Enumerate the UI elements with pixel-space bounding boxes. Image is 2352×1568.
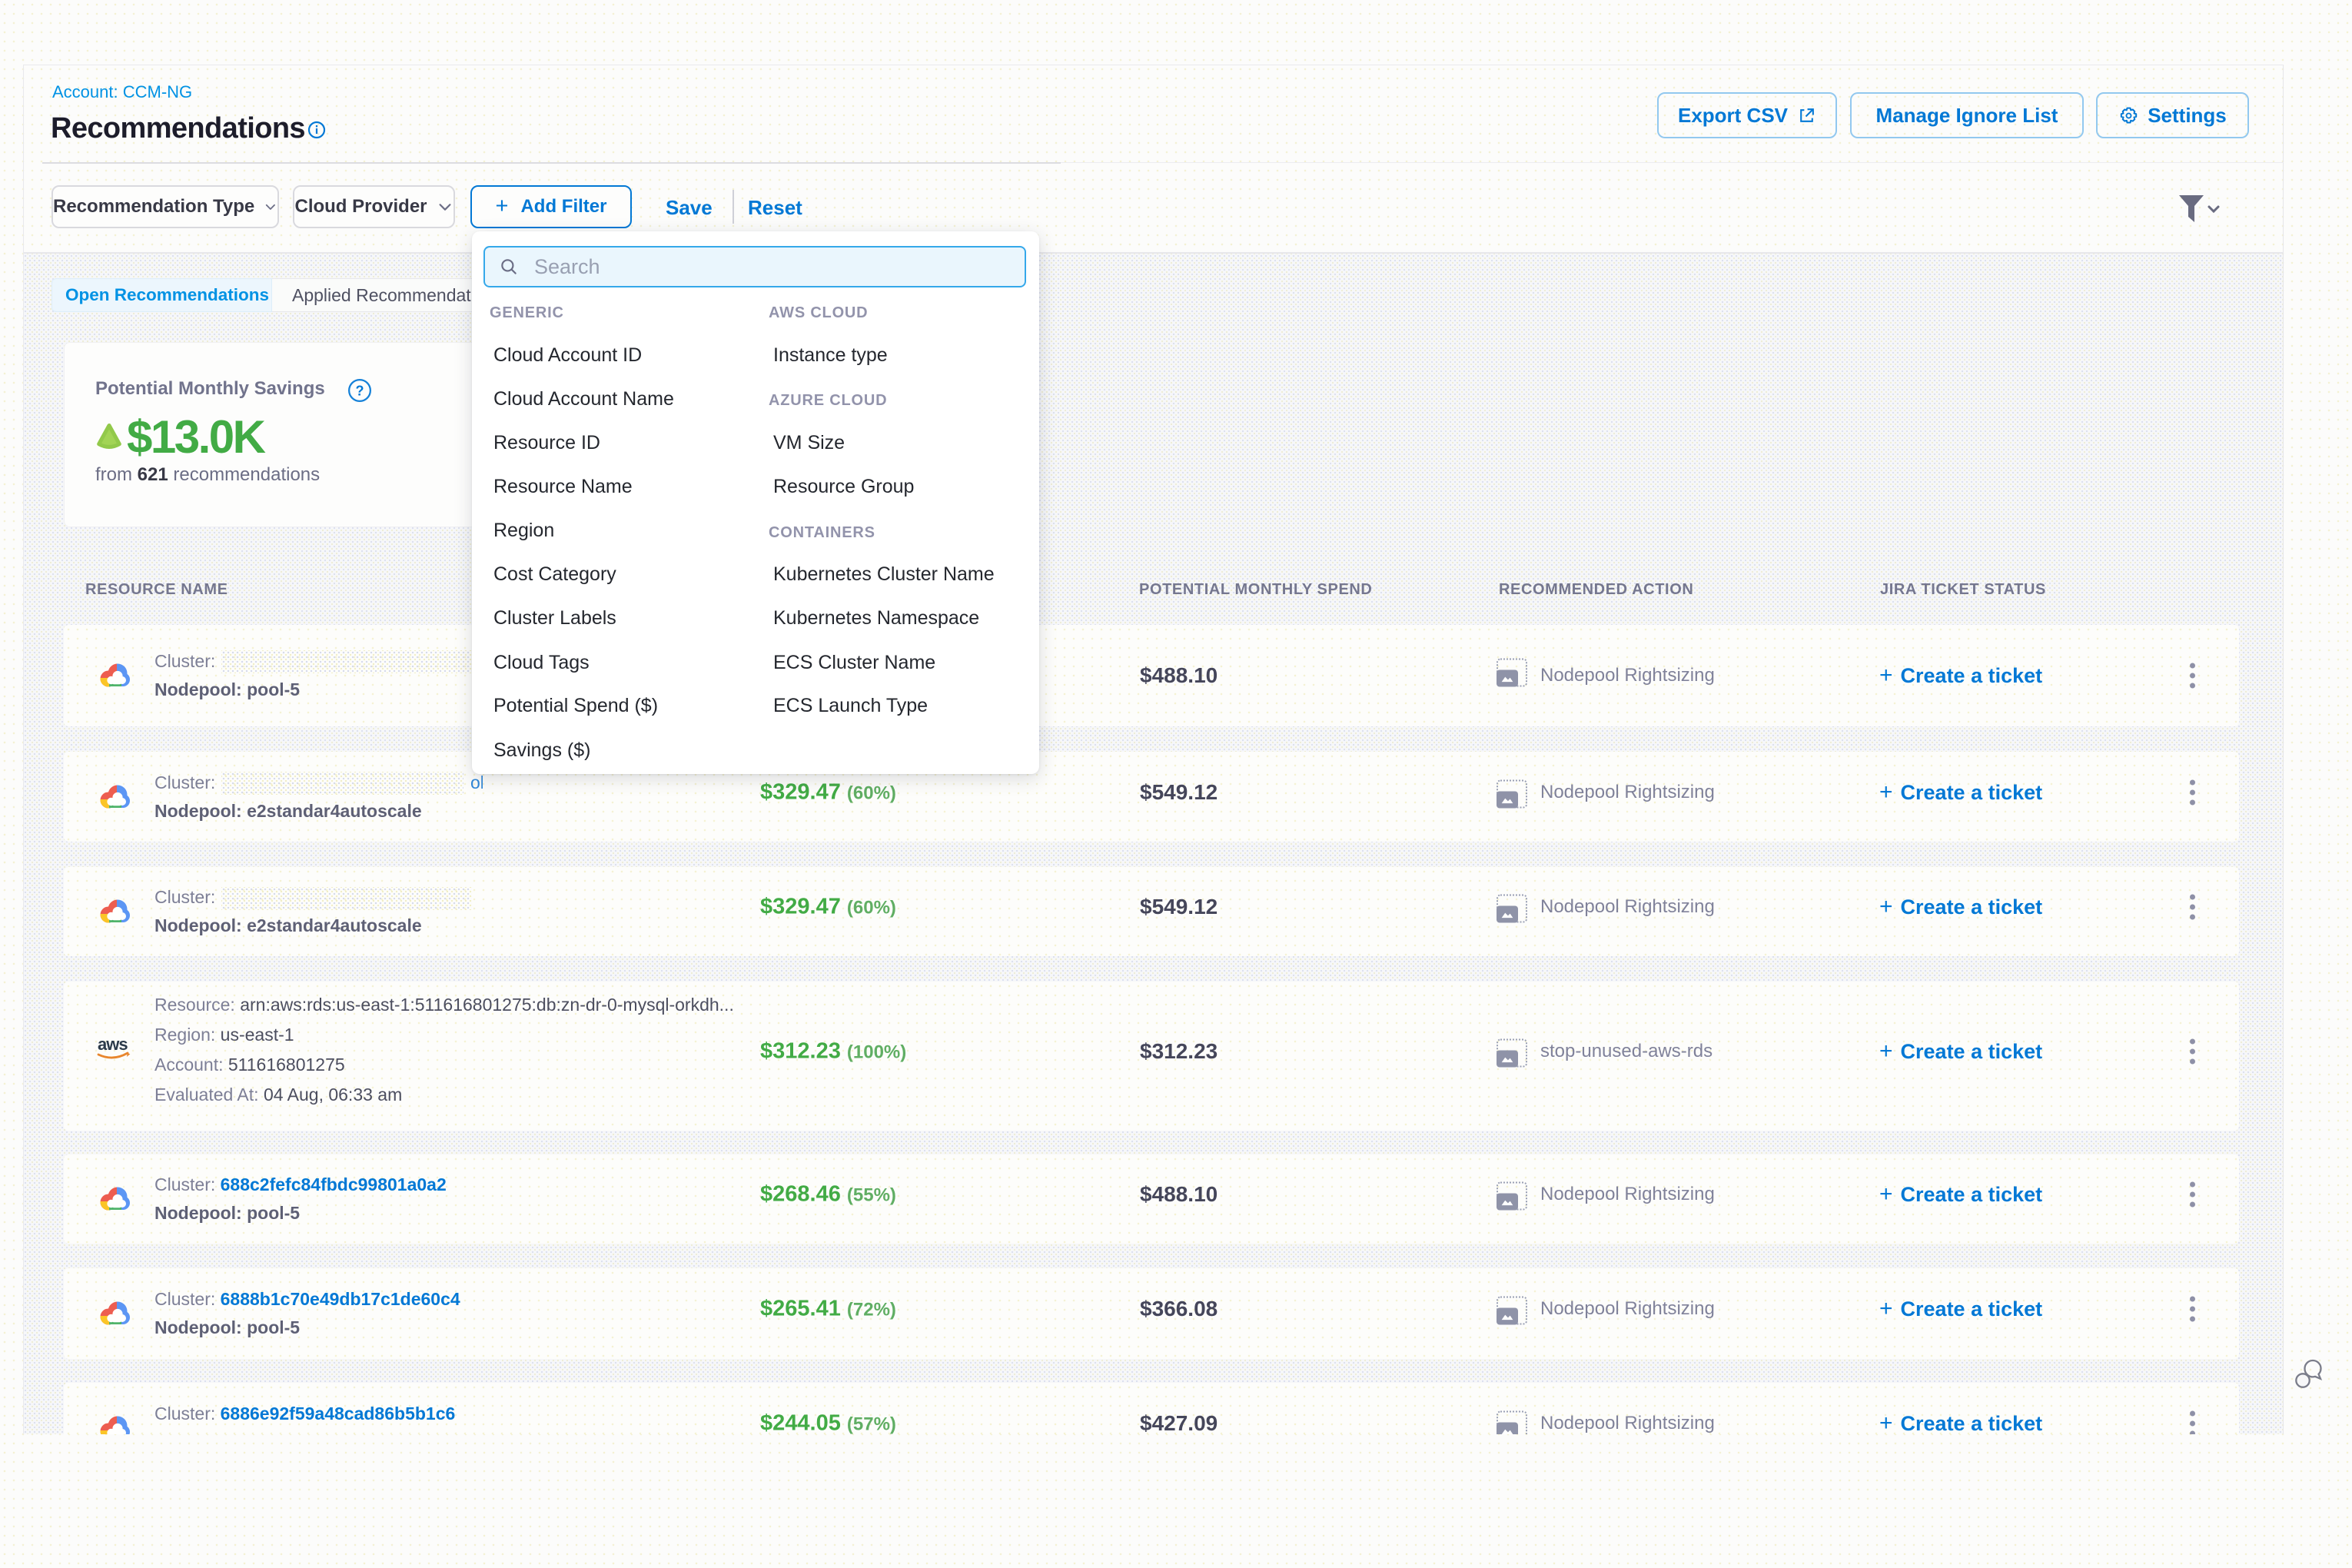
svg-text:aws: aws: [98, 1035, 128, 1054]
